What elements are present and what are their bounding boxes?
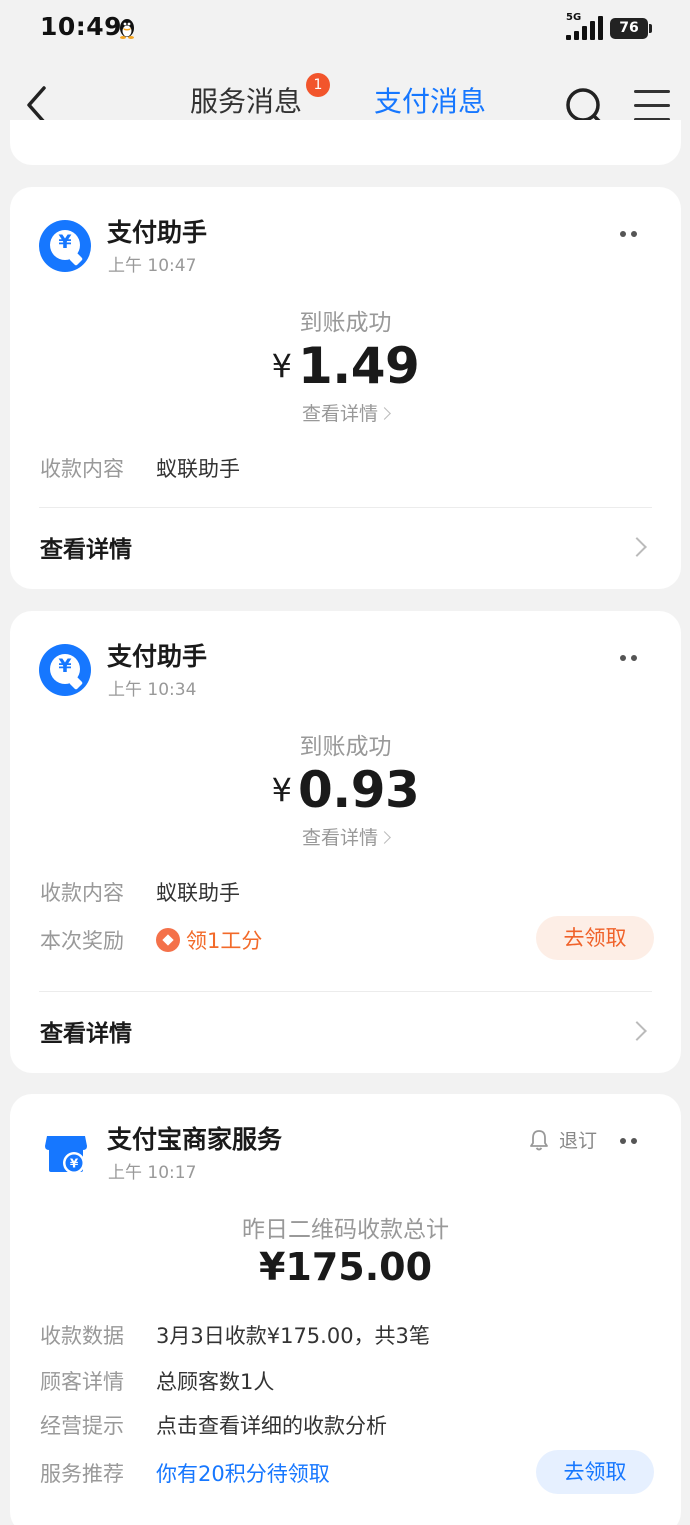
sender-name: 支付助手 [107, 642, 208, 671]
reward-value: 领1工分 [186, 929, 263, 953]
row-label: 本次奖励 [40, 929, 124, 953]
tab-payment-messages[interactable]: 支付消息 [374, 80, 486, 120]
chevron-right-icon [627, 1021, 647, 1041]
sender-name: 支付助手 [107, 218, 208, 247]
chevron-right-icon [627, 537, 647, 557]
chevron-right-icon [378, 831, 391, 844]
footer-label: 查看详情 [40, 1021, 132, 1047]
amount-value: 1.49 [297, 337, 420, 395]
row-label: 收款内容 [40, 881, 124, 905]
bell-icon [530, 1130, 548, 1151]
previous-message-card [10, 120, 681, 165]
summary-amount: ¥175.00 [258, 1245, 433, 1289]
payment-amount: ¥0.93 [10, 761, 681, 819]
network-type: 5G [566, 12, 582, 23]
status-bar: 10:49 5G 76 [0, 0, 690, 58]
row-value: 蚁联助手 [156, 457, 240, 481]
row-label: 经营提示 [40, 1414, 124, 1438]
row-label: 顾客详情 [40, 1370, 124, 1394]
unread-badge: 1 [306, 73, 330, 97]
chevron-right-icon [378, 407, 391, 420]
message-time: 上午 10:47 [108, 256, 197, 276]
signal-strength-icon: 5G [566, 12, 604, 40]
message-time: 上午 10:17 [108, 1163, 197, 1183]
summary-title: 昨日二维码收款总计 [242, 1217, 449, 1243]
sender-name: 支付宝商家服务 [107, 1125, 283, 1154]
unsubscribe-label: 退订 [559, 1130, 598, 1152]
tab-service-messages[interactable]: 服务消息 [190, 80, 302, 120]
row-value: 3月3日收款¥175.00，共3笔 [156, 1324, 430, 1348]
row-label: 服务推荐 [40, 1462, 124, 1486]
row-value: 总顾客数1人 [156, 1370, 275, 1394]
payment-message-card[interactable]: ¥ 支付助手 上午 10:47 到账成功 ¥1.49 查看详情 收款内容 蚁联助… [10, 187, 681, 589]
view-details-footer[interactable]: 查看详情 [10, 992, 681, 1072]
reward-points-icon [156, 928, 180, 952]
status-time: 10:49 [40, 12, 123, 41]
more-options-icon[interactable] [620, 1136, 640, 1146]
currency-symbol: ¥ [271, 771, 292, 809]
view-details-label: 查看详情 [301, 827, 378, 849]
claim-reward-button[interactable]: 去领取 [536, 916, 654, 960]
points-link[interactable]: 你有20积分待领取 [156, 1458, 330, 1488]
more-options-icon[interactable] [620, 653, 640, 663]
merchant-service-card[interactable]: ¥ 支付宝商家服务 上午 10:17 退订 昨日二维码收款总计 ¥175.00 … [10, 1094, 681, 1525]
payment-assistant-yen-icon: ¥ [39, 644, 91, 696]
store-icon: ¥ [45, 1136, 87, 1174]
battery-indicator: 76 [610, 18, 652, 39]
payment-amount: ¥1.49 [10, 337, 681, 395]
currency-symbol: ¥ [271, 347, 292, 385]
view-details-label: 查看详情 [301, 403, 378, 425]
row-label: 收款内容 [40, 457, 124, 481]
view-details-footer[interactable]: 查看详情 [10, 508, 681, 588]
payment-message-card[interactable]: ¥ 支付助手 上午 10:34 到账成功 ¥0.93 查看详情 收款内容 蚁联助… [10, 611, 681, 1073]
row-label: 收款数据 [40, 1324, 124, 1348]
view-details-link[interactable]: 查看详情 [10, 399, 681, 426]
payment-status: 到账成功 [299, 310, 392, 336]
claim-points-button[interactable]: 去领取 [536, 1450, 654, 1494]
reward-info: 领1工分 [156, 925, 262, 955]
view-details-link[interactable]: 查看详情 [10, 823, 681, 850]
amount-value: 0.93 [297, 761, 420, 819]
qq-penguin-icon [120, 19, 134, 39]
message-time: 上午 10:34 [108, 680, 197, 700]
menu-icon[interactable] [634, 90, 672, 124]
more-options-icon[interactable] [620, 229, 640, 239]
row-value: 蚁联助手 [156, 881, 240, 905]
row-value: 点击查看详细的收款分析 [156, 1414, 387, 1438]
payment-status: 到账成功 [299, 734, 392, 760]
footer-label: 查看详情 [40, 537, 132, 563]
payment-assistant-yen-icon: ¥ [39, 220, 91, 272]
svg-text:¥: ¥ [70, 1157, 79, 1171]
